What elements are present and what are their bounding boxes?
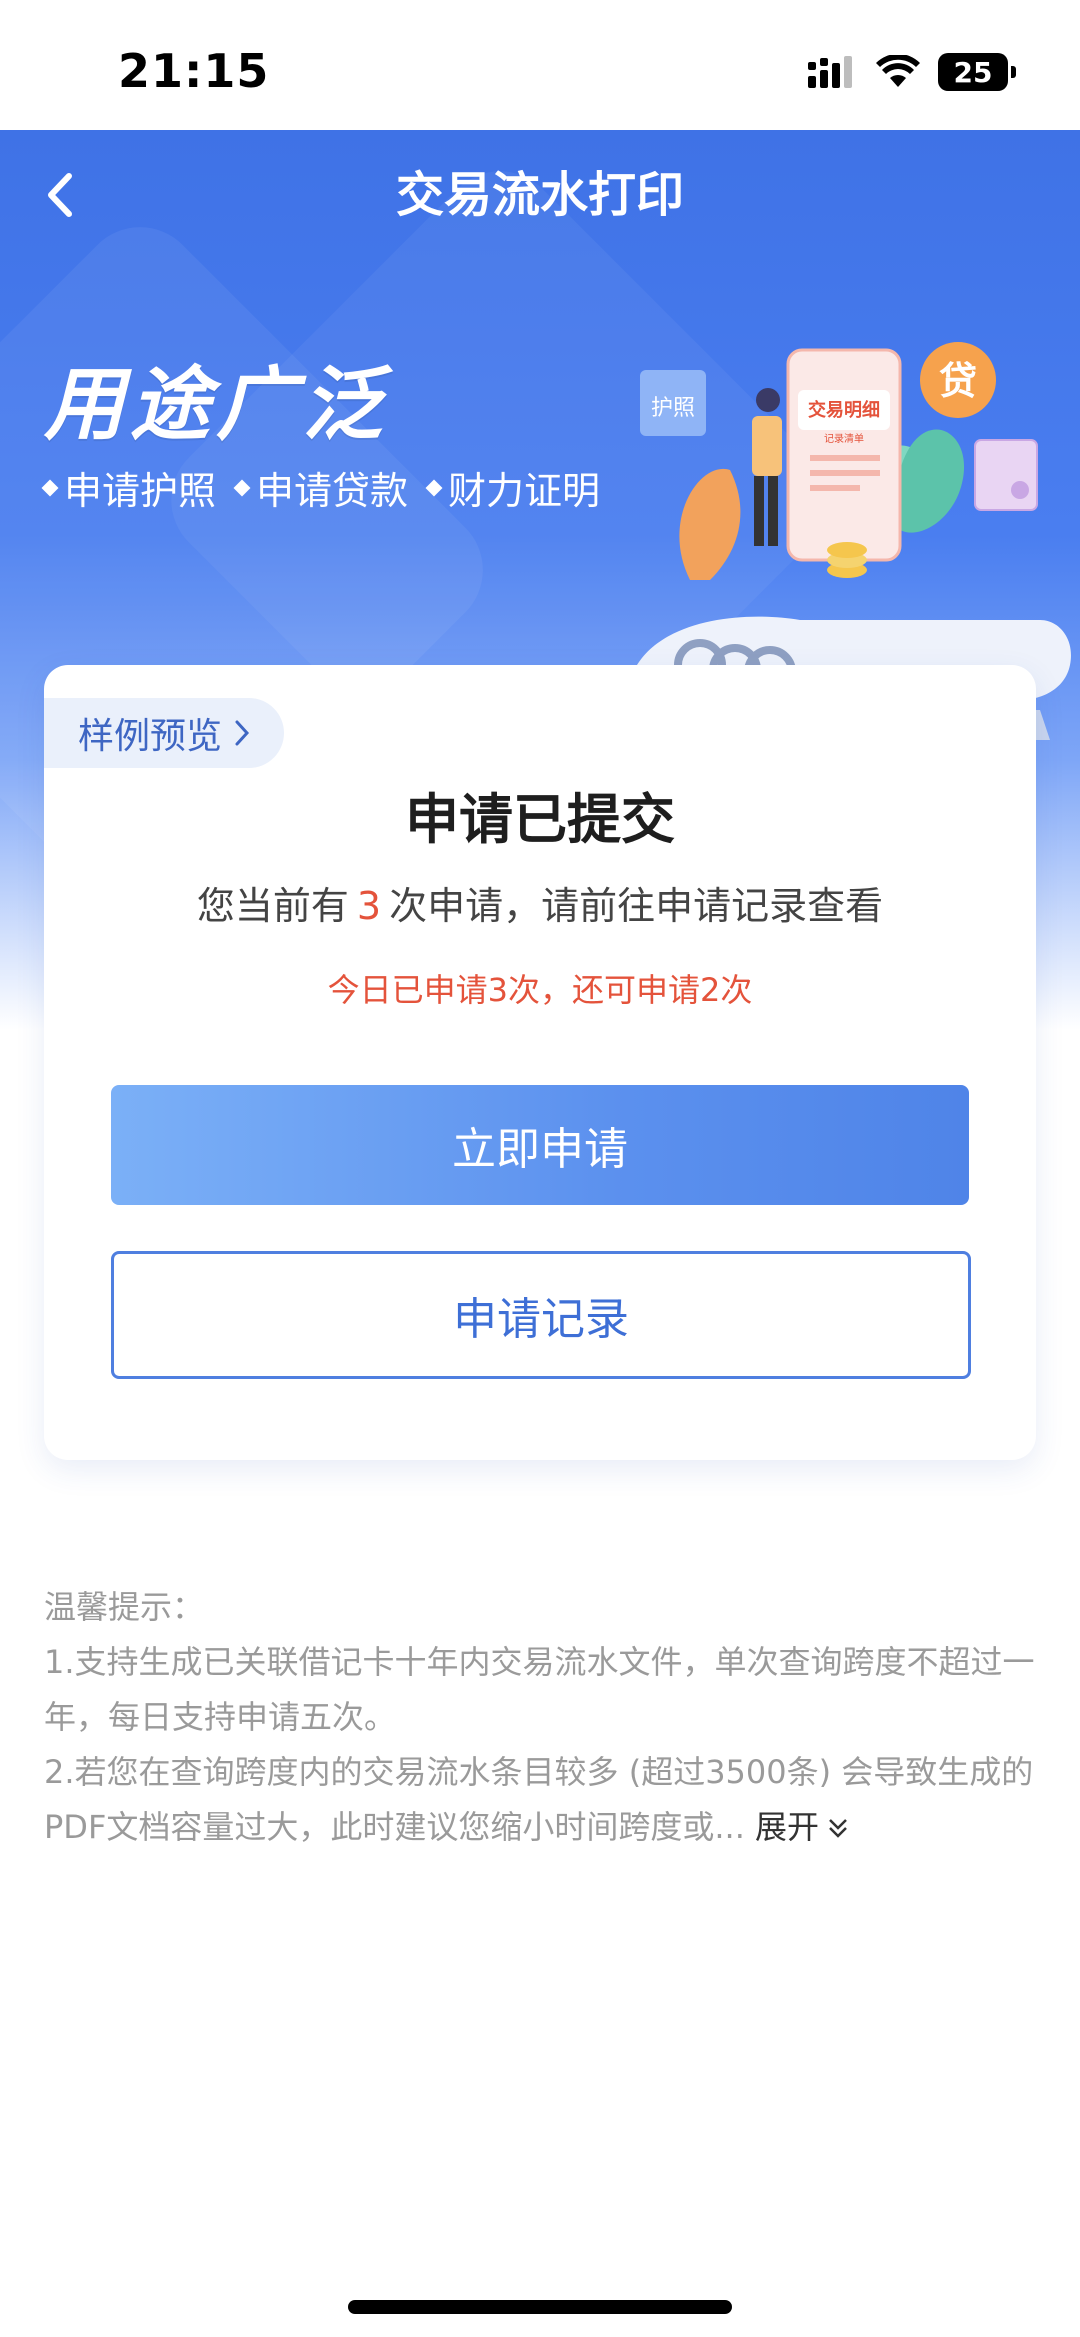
tips-line-2-text: 2.若您在查询跨度内的交易流水条目较多 (超过3500条) 会导致生成的PDF文…: [44, 1753, 1034, 1846]
tips-line-2: 2.若您在查询跨度内的交易流水条目较多 (超过3500条) 会导致生成的PDF文…: [44, 1745, 1044, 1855]
sample-preview-label: 样例预览: [78, 716, 223, 757]
wifi-icon: [876, 55, 920, 87]
hero-tags: 申请护照 申请贷款 财力证明: [41, 460, 601, 515]
daily-limit-notice: 今日已申请3次，还可申请2次: [327, 971, 753, 1009]
diamond-icon: [233, 479, 251, 496]
hero-tag-label: 申请护照: [64, 469, 217, 513]
hero-tag-label: 申请贷款: [256, 469, 409, 513]
expand-button[interactable]: 展开: [755, 1800, 849, 1855]
apply-now-button[interactable]: 立即申请: [111, 1085, 969, 1205]
hero-tag: 申请护照: [41, 460, 217, 515]
status-icons: 25: [808, 52, 1016, 92]
hero-tag-label: 财力证明: [448, 469, 601, 513]
hero-tag: 申请贷款: [233, 460, 409, 515]
tips-section: 温馨提示： 1.支持生成已关联借记卡十年内交易流水文件，单次查询跨度不超过一年，…: [44, 1580, 1044, 1855]
diamond-icon: [41, 479, 59, 496]
application-records-button[interactable]: 申请记录: [111, 1251, 971, 1379]
status-time: 21:15: [118, 44, 270, 98]
hero-headline: 用途广泛: [44, 358, 388, 451]
doc-title: 交易明细: [808, 399, 880, 421]
application-count: 3: [356, 884, 382, 928]
doc-sub: 记录清单: [824, 432, 864, 445]
badge-loan: 贷: [939, 359, 977, 403]
status-card: 样例预览 申请已提交 您当前有 3 次申请，请前往申请记录查看 今日已申请3次，还可…: [44, 665, 1036, 1460]
sample-preview-button[interactable]: 样例预览: [44, 698, 285, 768]
page-title: 交易流水打印: [395, 167, 684, 223]
card-title: 申请已提交: [405, 788, 675, 851]
chevron-right-icon: [235, 720, 250, 746]
home-indicator[interactable]: [348, 2300, 732, 2314]
signal-icon: [808, 56, 852, 88]
sub-prefix: 您当前有: [196, 884, 349, 928]
tips-line-1: 1.支持生成已关联借记卡十年内交易流水文件，单次查询跨度不超过一年，每日支持申请…: [44, 1643, 1035, 1736]
sub-suffix: 次申请，请前往申请记录查看: [389, 884, 884, 928]
badge-passport: 护照: [651, 396, 695, 421]
status-bar: 21:15 25: [0, 0, 1080, 130]
battery-icon: 25: [938, 53, 1016, 91]
card-subtitle: 您当前有 3 次申请，请前往申请记录查看: [44, 875, 1036, 930]
double-chevron-down-icon: [829, 1818, 847, 1838]
tips-title: 温馨提示：: [44, 1588, 205, 1626]
expand-label: 展开: [755, 1808, 820, 1846]
hero-tag: 财力证明: [425, 460, 601, 515]
diamond-icon: [425, 479, 443, 496]
